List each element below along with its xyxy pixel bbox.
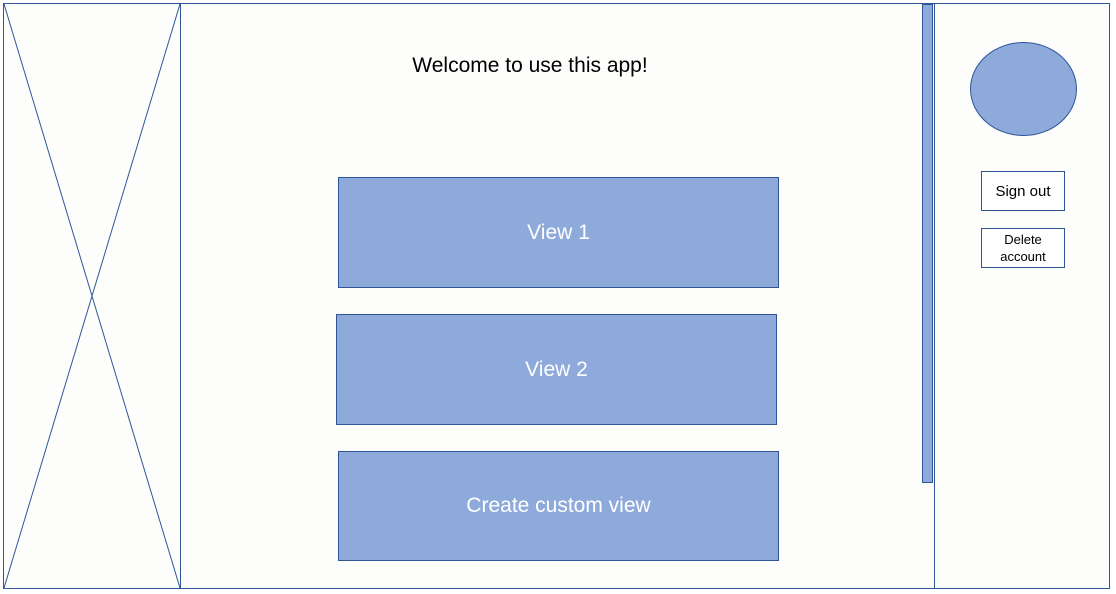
view-2-button[interactable]: View 2 xyxy=(336,314,777,425)
vertical-scrollbar[interactable] xyxy=(922,4,933,483)
view-1-button[interactable]: View 1 xyxy=(338,177,779,288)
welcome-heading: Welcome to use this app! xyxy=(412,54,648,77)
image-placeholder xyxy=(3,3,181,589)
delete-account-button[interactable]: Delete account xyxy=(981,228,1065,268)
placeholder-cross-icon xyxy=(4,4,180,588)
avatar[interactable] xyxy=(970,42,1077,136)
create-custom-view-button[interactable]: Create custom view xyxy=(338,451,779,561)
sign-out-button[interactable]: Sign out xyxy=(981,171,1065,211)
